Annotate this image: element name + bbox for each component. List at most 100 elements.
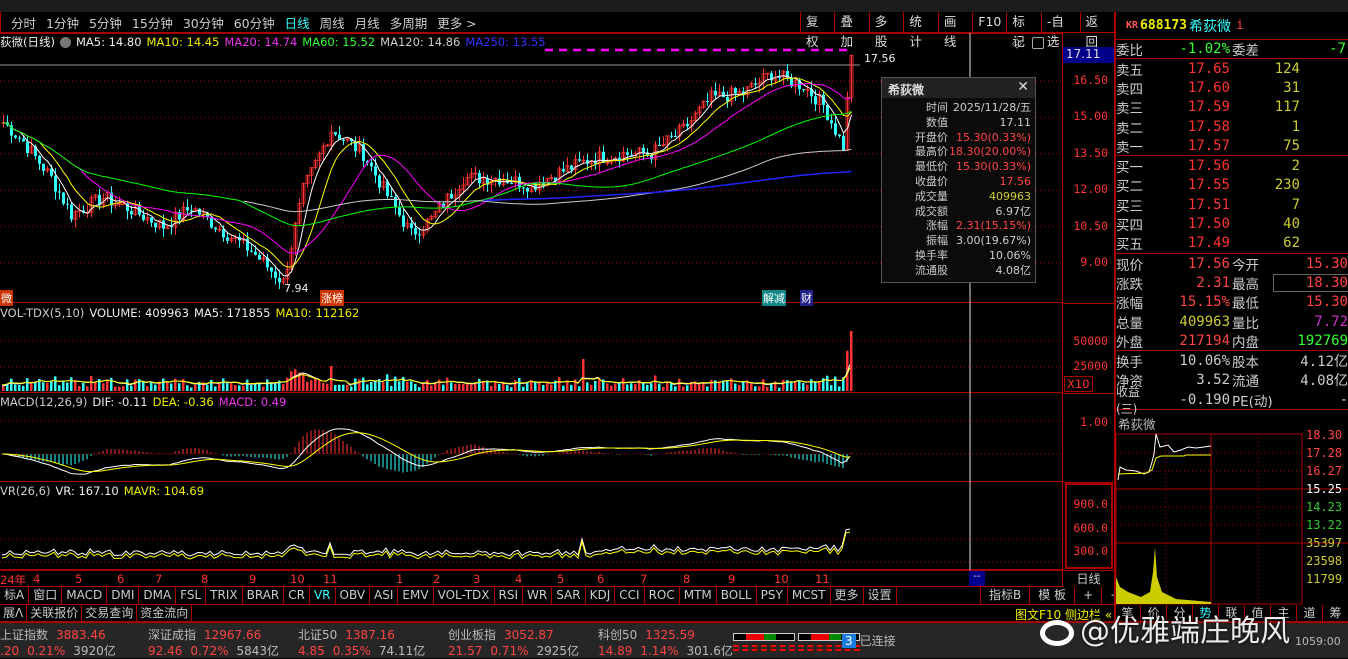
high-marker: 17.56 [864, 52, 896, 65]
indicator-tab[interactable]: PSY [757, 587, 788, 604]
indicator-tab[interactable]: MTM [680, 587, 717, 604]
template-tab[interactable]: 模 板 [1029, 587, 1074, 605]
volume-bar [622, 378, 625, 391]
level-price[interactable]: 17.59 [1160, 99, 1230, 115]
candlestick [689, 115, 694, 132]
indicator-tab[interactable]: MCST [788, 587, 831, 604]
level-price[interactable]: 17.60 [1160, 80, 1230, 96]
volume-bar [670, 383, 673, 391]
volume-bar [150, 382, 153, 391]
volume-bar [398, 381, 401, 391]
bottom-tab[interactable]: 交易查询 [82, 605, 138, 621]
volume-bar [186, 385, 189, 391]
candlestick [562, 161, 565, 174]
indicator-tab[interactable]: MACD [62, 587, 108, 604]
tooltip-label: 数值 [926, 115, 948, 129]
level-price[interactable]: 17.65 [1160, 61, 1230, 77]
indicator-tab[interactable]: BOLL [717, 587, 757, 604]
volume-bar [810, 379, 813, 391]
date-tick: 24年 [0, 573, 27, 587]
candlestick [842, 131, 845, 151]
index-item[interactable]: 科创50 1325.59 [598, 626, 695, 643]
sell-orders: 卖五 17.65 124 卖四 17.60 31 卖三 17.59 117 卖二 17.58 1 卖一 1… [1116, 59, 1348, 156]
index-item[interactable]: 深证成指 12967.66 [148, 626, 261, 643]
index-item[interactable]: 上证指数 3883.46 [0, 626, 106, 643]
toolbar-button[interactable]: 返回 [1079, 12, 1114, 49]
index-item[interactable]: 创业板指 3052.87 [448, 626, 554, 643]
level-price[interactable]: 17.49 [1160, 235, 1230, 251]
volume-bar [254, 384, 257, 391]
level-price[interactable]: 17.58 [1160, 119, 1230, 135]
indicator-tab[interactable]: FSL [176, 587, 207, 604]
indicator-tab[interactable]: 设置 [864, 587, 897, 604]
level-price[interactable]: 17.51 [1160, 197, 1230, 213]
indicator-tab[interactable]: 更多 [831, 587, 864, 604]
indicator-tab[interactable]: SAR [552, 587, 586, 604]
volume-bar [322, 382, 325, 391]
stat-label: 流通 [1232, 374, 1259, 391]
level-price[interactable]: 17.50 [1160, 216, 1230, 232]
vr-legend: VR(26,6) VR: 167.10 MAVR: 104.69 [0, 484, 204, 498]
vr-axis: 900.0 600.0 300.0 [1062, 482, 1114, 570]
volume-bar [114, 386, 117, 391]
indicator-tab[interactable]: CCI [615, 587, 645, 604]
candlestick [93, 193, 98, 201]
candlestick [501, 173, 506, 187]
volume-bar [630, 383, 633, 391]
candlestick [345, 137, 350, 143]
template-tab[interactable]: 指标B [980, 587, 1029, 605]
info-icon[interactable]: i [1236, 18, 1244, 33]
close-icon[interactable]: ✕ [1017, 79, 1029, 95]
event-tag-zhangbang[interactable]: 涨榜 [320, 290, 344, 306]
indicator-tab[interactable]: EMV [398, 587, 434, 604]
indicator-tab[interactable]: ROC [645, 587, 680, 604]
price-tick: 16.50 [1073, 73, 1108, 87]
date-tick: 9 [728, 572, 736, 586]
indicator-tab[interactable]: CR [284, 587, 310, 604]
indicator-tab[interactable]: DMA [139, 587, 177, 604]
connection-status[interactable]: 3 已连接 [842, 632, 896, 649]
level-volume: 75 [1283, 137, 1300, 154]
volume-bar [826, 375, 829, 391]
indicator-tab[interactable]: WR [523, 587, 553, 604]
indicator-tab[interactable]: RSI [495, 587, 524, 604]
intraday-mini-chart[interactable]: 希荻微 18.30 17.28 16.27 15.25 14.23 13.22 35397 2… [1116, 412, 1348, 605]
candlestick [845, 91, 850, 151]
indicator-tab[interactable]: 标A [0, 587, 30, 604]
level-price[interactable]: 17.55 [1160, 177, 1230, 193]
level-price[interactable]: 17.56 [1160, 158, 1230, 174]
volume-bar [598, 379, 601, 391]
template-tab[interactable]: + [1074, 587, 1101, 605]
indicator-tab[interactable]: DMI [107, 587, 140, 604]
indicator-tabs: 标A 窗口 MACD DMI DMA FSL TRIX BRAR CR VR OBV ASI EMV VO… [0, 587, 1114, 605]
volume-bar [162, 378, 165, 391]
stat-row: 总量 409963 量比 7.72 [1116, 312, 1348, 332]
bottom-tab[interactable]: 展Λ [0, 605, 28, 621]
volume-bar [662, 386, 665, 391]
indicator-tab[interactable]: KDJ [586, 587, 616, 604]
macd-tick: 1.00 [1080, 415, 1108, 429]
candlestick [313, 158, 318, 170]
stat-value: - [1339, 391, 1348, 408]
event-tag[interactable]: 微 [0, 290, 13, 306]
event-tag-cai[interactable]: 财 [800, 290, 813, 306]
stock-header: KR 688173 希荻微 i [1116, 12, 1348, 39]
bottom-tab[interactable]: 资金流向 [137, 605, 193, 621]
indicator-tab[interactable]: OBV [336, 587, 371, 604]
indicator-tab[interactable]: ASI [370, 587, 399, 604]
bottom-tab[interactable]: 关联报价 [27, 605, 83, 621]
indicator-tab[interactable]: 窗口 [29, 587, 63, 604]
candlestick [85, 204, 90, 218]
indicator-tab[interactable]: TRIX [206, 587, 243, 604]
indicator-tab[interactable]: VOL-TDX [434, 587, 495, 604]
level-price[interactable]: 17.57 [1160, 138, 1230, 154]
ma5-line [3, 75, 852, 277]
macd-indicator-name: MACD(12,26,9) [0, 395, 88, 409]
index-item[interactable]: 北证50 1387.16 [298, 626, 395, 643]
tooltip-row: 成交额 6.97亿 [882, 205, 1035, 220]
indicator-tab[interactable]: VR [310, 587, 336, 604]
event-tag-jiejian[interactable]: 解减 [762, 290, 786, 306]
date-tick: 10 [290, 572, 305, 586]
mini-price-tick: 13.22 [1306, 518, 1343, 532]
indicator-tab[interactable]: BRAR [243, 587, 285, 604]
